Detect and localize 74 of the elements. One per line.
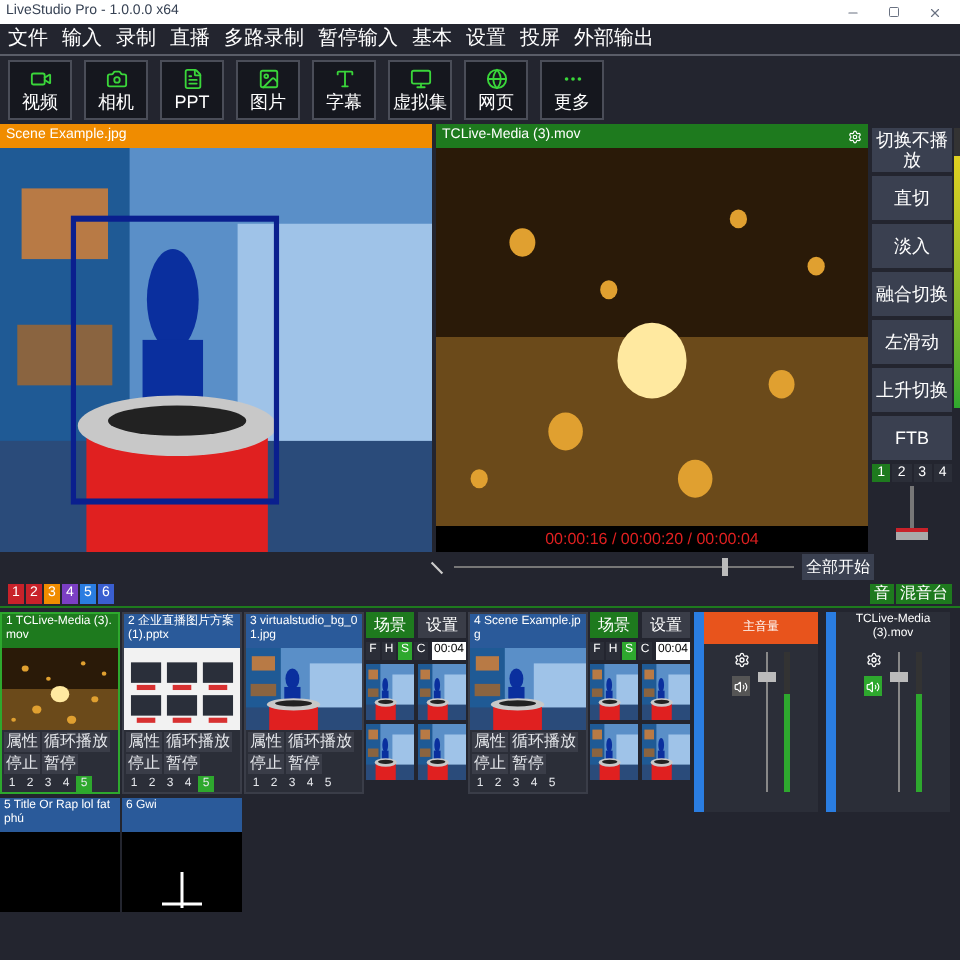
toolbar-button[interactable]: 图片 (236, 60, 300, 120)
level-meter (916, 694, 922, 792)
audio-tab[interactable]: 音 (870, 584, 894, 604)
transition-button[interactable]: 左滑动 (872, 320, 952, 364)
transition-button[interactable]: 切换不播放 (872, 128, 952, 172)
video-camera-icon (29, 68, 51, 90)
volume-track[interactable] (758, 652, 776, 792)
source-control[interactable]: 停止 (4, 754, 40, 774)
source-control[interactable]: 停止 (472, 754, 508, 774)
menu-item[interactable]: 设置 (466, 24, 506, 54)
start-all-button[interactable]: 全部开始 (802, 554, 874, 580)
source-control[interactable]: 属性 (472, 732, 508, 752)
image-icon (257, 68, 279, 90)
toolbar-button[interactable]: 网页 (464, 60, 528, 120)
toolbar-button[interactable]: 视频 (8, 60, 72, 120)
volume-track[interactable] (890, 652, 908, 792)
source-control[interactable]: 循环播放 (164, 732, 232, 752)
seek-track[interactable] (454, 558, 794, 576)
volume-thumb[interactable] (758, 671, 776, 682)
toolbar-button[interactable]: 相机 (84, 60, 148, 120)
menu-item[interactable]: 暂停输入 (318, 24, 398, 54)
settings-button[interactable]: 设置 (418, 612, 466, 638)
monitor-icon (409, 68, 431, 90)
tbar-track[interactable] (896, 486, 928, 540)
maximize-icon[interactable] (888, 6, 900, 18)
scene-button[interactable]: 场景 (366, 612, 414, 638)
menu-item[interactable]: 投屏 (520, 24, 560, 54)
source-control[interactable]: 属性 (248, 732, 284, 752)
settings-icon[interactable] (865, 652, 881, 668)
transition-button[interactable]: 融合切换 (872, 272, 952, 316)
menu-item[interactable]: 录制 (116, 24, 156, 54)
level-meter (784, 694, 790, 792)
toolbar-button[interactable]: PPT (160, 60, 224, 120)
mute-button[interactable] (864, 676, 882, 696)
source-control[interactable]: 停止 (126, 754, 162, 774)
globe-icon (485, 68, 507, 90)
scene-button[interactable]: 场景 (590, 612, 638, 638)
close-icon[interactable] (928, 5, 942, 19)
source-control[interactable]: 循环播放 (286, 732, 354, 752)
menu-item[interactable]: 文件 (8, 24, 48, 54)
transition-button[interactable]: 上升切换 (872, 368, 952, 412)
transition-button[interactable]: FTB (872, 416, 952, 460)
tbar-handle[interactable] (896, 528, 928, 540)
menu-item[interactable]: 输入 (62, 24, 102, 54)
timecode: 00:00:16 / 00:00:20 / 00:00:04 (545, 527, 759, 551)
mixer-label: 混音台 (896, 584, 952, 604)
document-icon (181, 68, 203, 90)
volume-thumb[interactable] (890, 671, 908, 682)
toolbar-button[interactable]: 虚拟集 (388, 60, 452, 120)
text-icon (333, 68, 355, 90)
source-control[interactable]: 属性 (126, 732, 162, 752)
crosshair-icon (162, 872, 202, 912)
source-control[interactable]: 暂停 (164, 754, 200, 774)
menu-item[interactable]: 基本 (412, 24, 452, 54)
menu-item[interactable]: 多路录制 (224, 24, 304, 54)
transition-button[interactable]: 淡入 (872, 224, 952, 268)
settings-button[interactable]: 设置 (642, 612, 690, 638)
source-control[interactable]: 循环播放 (510, 732, 578, 752)
toolbar-button[interactable]: 更多 (540, 60, 604, 120)
source-control[interactable]: 暂停 (286, 754, 322, 774)
settings-icon[interactable] (733, 652, 749, 668)
toolbar-button[interactable]: 字幕 (312, 60, 376, 120)
source-control[interactable]: 属性 (4, 732, 40, 752)
transition-button[interactable]: 直切 (872, 176, 952, 220)
menu-item[interactable]: 外部输出 (574, 24, 654, 54)
source-control[interactable]: 暂停 (510, 754, 546, 774)
source-control[interactable]: 循环播放 (42, 732, 110, 752)
seek-handle[interactable] (721, 558, 728, 576)
mute-button[interactable] (732, 676, 750, 696)
connector-icon[interactable] (428, 557, 446, 577)
camera-icon (105, 68, 127, 90)
source-control[interactable]: 停止 (248, 754, 284, 774)
menu-item[interactable]: 直播 (170, 24, 210, 54)
source-control[interactable]: 暂停 (42, 754, 78, 774)
